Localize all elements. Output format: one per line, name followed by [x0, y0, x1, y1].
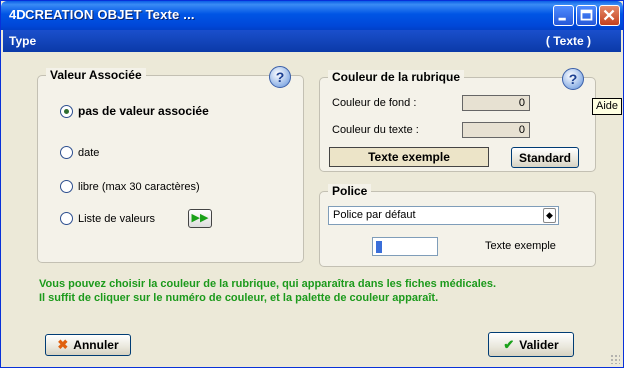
couleur-sample: Texte exemple	[329, 147, 489, 167]
close-icon	[603, 9, 615, 21]
help-tooltip: Aide	[592, 98, 623, 115]
radio-dot	[60, 180, 73, 193]
couleur-texte-label: Couleur du texte :	[332, 124, 419, 136]
couleur-texte-field[interactable]: 0	[462, 122, 530, 138]
minimize-button[interactable]	[553, 5, 574, 26]
maximize-icon	[580, 9, 593, 21]
edit-list-button[interactable]: ▶▶	[188, 209, 212, 228]
dialog-window: 4D CREATION OBJET Texte ... Type ( Texte…	[0, 0, 624, 368]
standard-label: Standard	[518, 150, 571, 165]
standard-button[interactable]: Standard	[511, 147, 579, 168]
maximize-button[interactable]	[576, 5, 597, 26]
radio-liste-de-valeurs[interactable]: Liste de valeurs	[60, 212, 155, 225]
title-bar[interactable]: 4D CREATION OBJET Texte ...	[1, 1, 623, 30]
window-title: CREATION OBJET Texte ...	[25, 7, 195, 22]
radio-pas-de-valeur[interactable]: pas de valeur associée	[60, 104, 209, 118]
validate-button[interactable]: ✔ Valider	[488, 332, 574, 357]
resize-grip-icon[interactable]	[610, 354, 620, 364]
checkmark-icon: ✔	[503, 336, 515, 352]
validate-label: Valider	[519, 337, 559, 352]
police-size-input[interactable]	[372, 237, 438, 256]
radio-dot	[60, 146, 73, 159]
type-label: Type	[9, 34, 37, 48]
police-group: Police Police par défaut ◆ Texte exemple	[319, 184, 596, 267]
minimize-icon	[558, 17, 566, 21]
type-header: Type ( Texte )	[3, 30, 621, 52]
info-text: Vous pouvez choisir la couleur de la rub…	[39, 277, 496, 305]
couleur-fond-field[interactable]: 0	[462, 95, 530, 111]
couleur-fond-label: Couleur de fond :	[332, 97, 417, 109]
radio-label: date	[78, 146, 100, 159]
text-cursor	[376, 241, 382, 253]
radio-label: libre (max 30 caractères)	[78, 180, 200, 193]
app-logo: 4D	[9, 7, 26, 22]
help-icon[interactable]: ?	[269, 66, 291, 88]
updown-arrow-icon: ◆	[543, 208, 556, 223]
radio-dot	[60, 212, 73, 225]
type-value: ( Texte )	[545, 34, 591, 48]
help-icon[interactable]: ?	[562, 68, 584, 90]
valeur-associee-group: Valeur Associée ? pas de valeur associée…	[37, 66, 304, 263]
radio-date[interactable]: date	[60, 146, 99, 159]
cancel-x-icon: ✖	[57, 337, 69, 352]
police-select[interactable]: Police par défaut ◆	[328, 206, 559, 225]
radio-label: Liste de valeurs	[78, 212, 156, 225]
valeur-associee-title: Valeur Associée	[46, 68, 146, 82]
couleur-group: Couleur de la rubrique ? Couleur de fond…	[319, 68, 596, 172]
couleur-title: Couleur de la rubrique	[328, 70, 465, 84]
forward-arrow-icon: ▶▶	[191, 212, 209, 224]
police-title: Police	[328, 184, 372, 198]
police-selected: Police par défaut	[333, 209, 416, 221]
radio-label: pas de valeur associée	[78, 104, 209, 118]
close-button[interactable]	[599, 5, 620, 26]
info-line-1: Vous pouvez choisir la couleur de la rub…	[39, 278, 497, 290]
cancel-label: Annuler	[73, 338, 119, 352]
police-sample: Texte exemple	[485, 240, 556, 252]
radio-libre[interactable]: libre (max 30 caractères)	[60, 180, 200, 193]
info-line-2: Il suffit de cliquer sur le numéro de co…	[39, 292, 439, 304]
cancel-button[interactable]: ✖ Annuler	[45, 334, 131, 356]
radio-dot	[60, 104, 73, 118]
